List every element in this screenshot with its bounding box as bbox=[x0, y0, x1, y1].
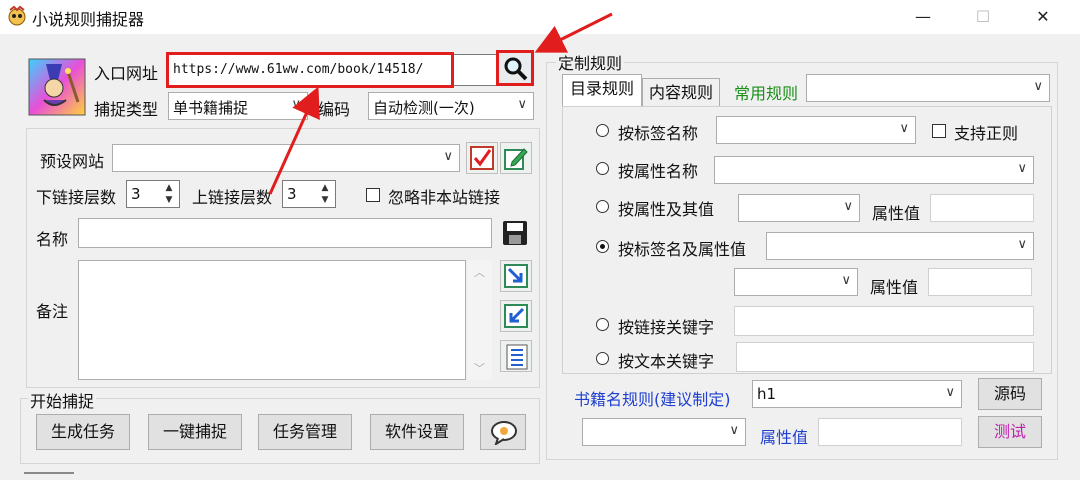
annotation-arrow-to-search bbox=[534, 12, 613, 53]
annotation-arrows bbox=[268, 12, 613, 195]
annotation-arrow-to-url bbox=[268, 86, 320, 195]
